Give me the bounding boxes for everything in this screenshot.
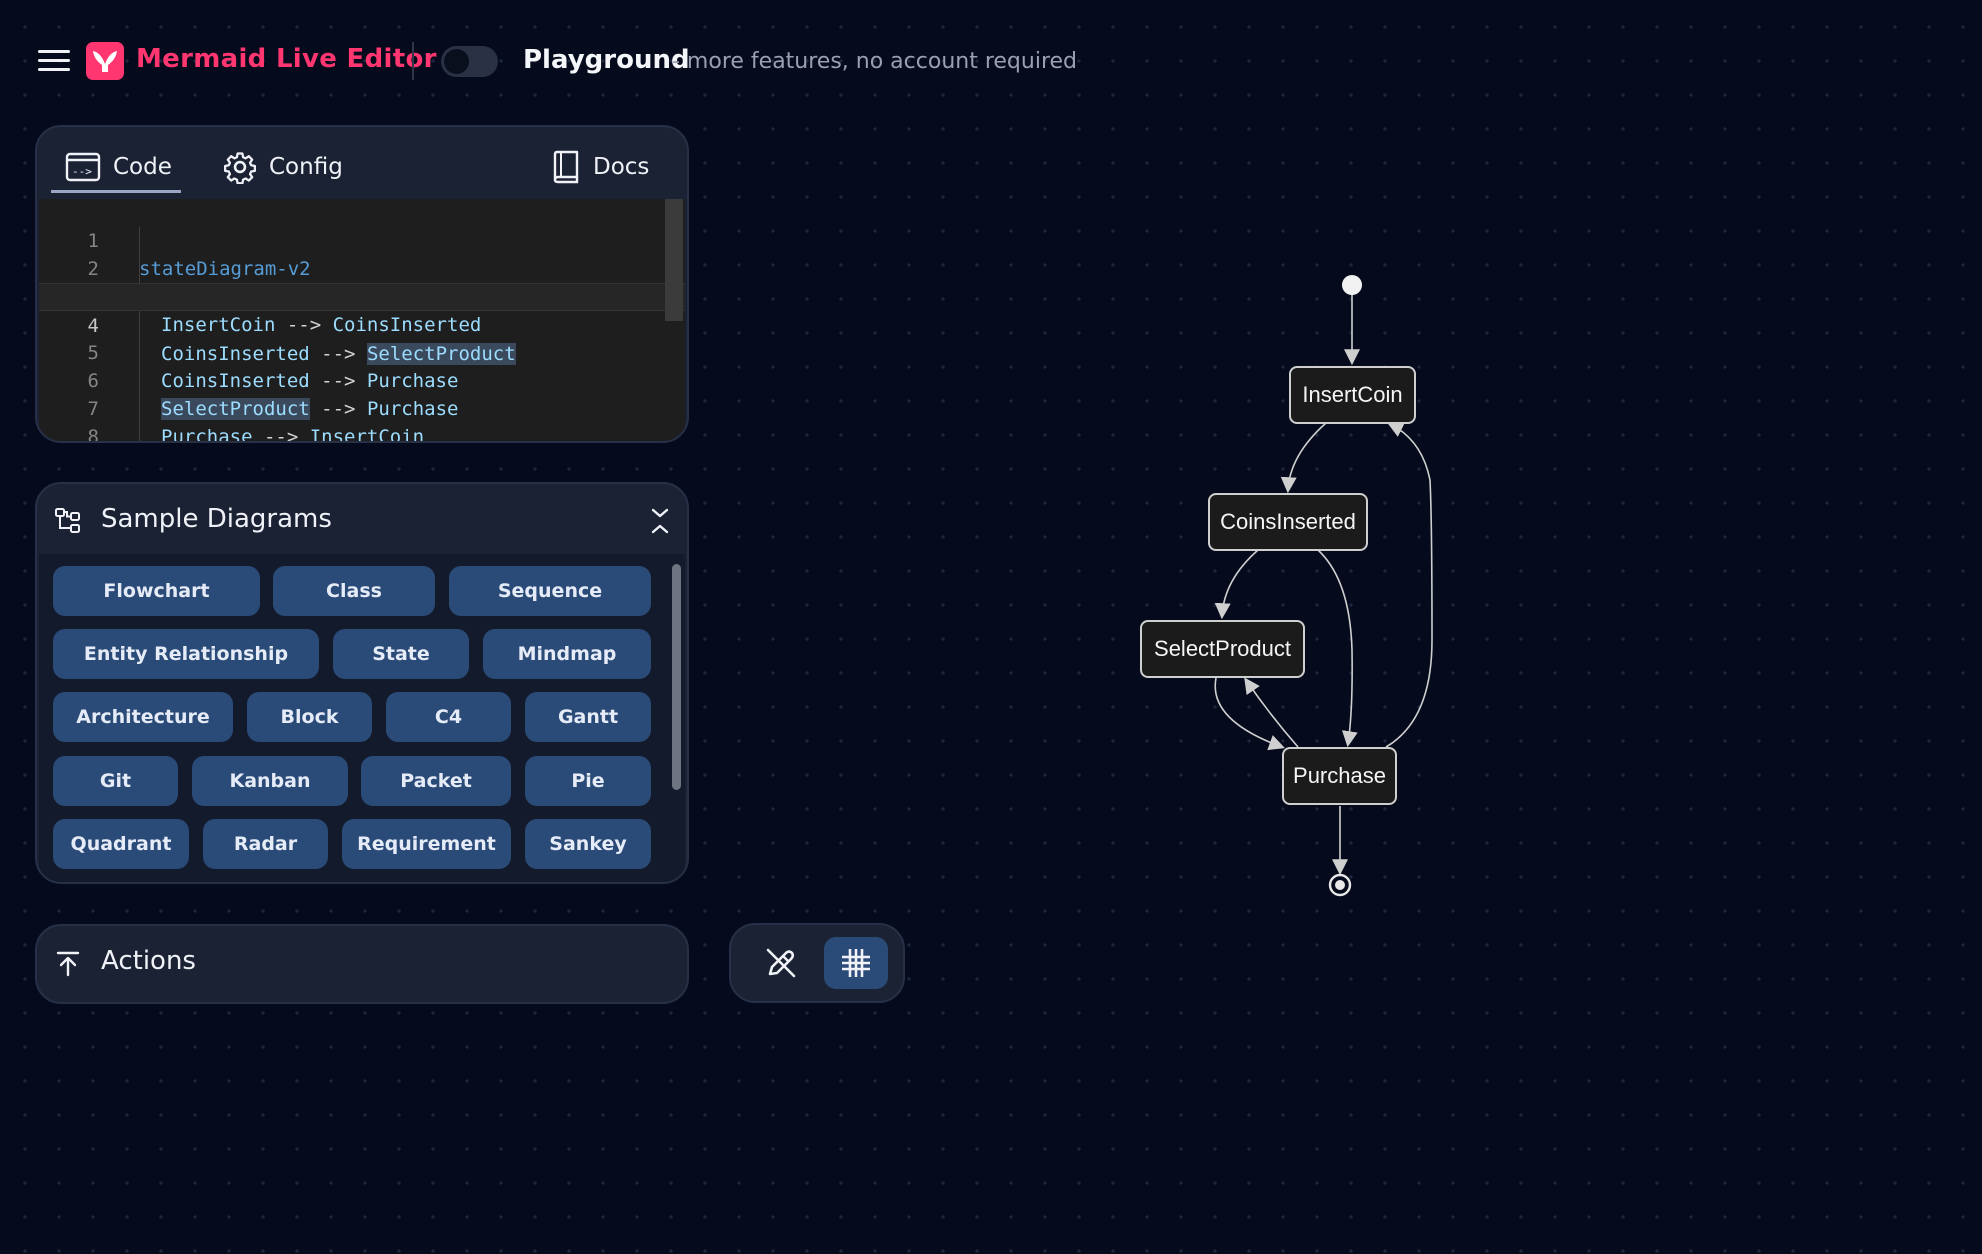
- code-line[interactable]: 6 SelectProduct --> Purchase: [39, 339, 685, 420]
- tab-docs-label: Docs: [593, 154, 650, 180]
- code-editor[interactable]: 1 stateDiagram-v2 2 [*] --> InsertCoin 3…: [39, 199, 685, 441]
- sample-sankey-button[interactable]: Sankey: [525, 819, 651, 869]
- samples-scrollbar[interactable]: [672, 564, 681, 790]
- hamburger-menu-icon[interactable]: [38, 50, 70, 74]
- mermaid-logo-icon[interactable]: [86, 42, 124, 80]
- code-line[interactable]: 9 Purchase --> [*]: [39, 423, 685, 441]
- tab-config[interactable]: Config: [223, 145, 343, 189]
- grid-toggle-button[interactable]: [824, 937, 888, 989]
- playground-label[interactable]: Playground: [523, 45, 690, 75]
- code-line[interactable]: 8 Purchase --> SelectProduct: [39, 395, 685, 441]
- sample-entity-relationship-button[interactable]: Entity Relationship: [53, 629, 319, 679]
- sample-architecture-button[interactable]: Architecture: [53, 692, 233, 742]
- canvas-toolbar: [729, 923, 905, 1003]
- code-terminal-icon: -->: [65, 152, 101, 182]
- code-line-active[interactable]: 4 CoinsInserted --> SelectProduct: [39, 283, 685, 365]
- diagram-nodes-icon: [55, 508, 80, 533]
- code-line[interactable]: 1 stateDiagram-v2: [39, 199, 685, 280]
- sample-radar-button[interactable]: Radar: [203, 819, 328, 869]
- gear-icon: [223, 152, 257, 184]
- state-node-selectproduct[interactable]: SelectProduct: [1140, 620, 1305, 678]
- end-state-inner: [1335, 880, 1345, 890]
- sample-requirement-button[interactable]: Requirement: [342, 819, 511, 869]
- tab-config-label: Config: [269, 154, 343, 180]
- svg-text:-->: -->: [72, 165, 92, 178]
- editor-tabs: --> Code Config Docs: [37, 127, 687, 199]
- sample-mindmap-button[interactable]: Mindmap: [483, 629, 651, 679]
- playground-subtitle: - more features, no account required: [672, 49, 1078, 74]
- sample-git-button[interactable]: Git: [53, 756, 178, 806]
- sample-c4-button[interactable]: C4: [386, 692, 511, 742]
- pencil-off-icon: [766, 948, 796, 978]
- app-title[interactable]: Mermaid Live Editor: [136, 44, 437, 74]
- pan-zoom-toggle-button[interactable]: [749, 937, 813, 989]
- diagram-edges: [1214, 275, 1433, 897]
- sample-class-button[interactable]: Class: [273, 566, 435, 616]
- editor-scrollbar[interactable]: [665, 199, 683, 321]
- sample-pie-button[interactable]: Pie: [525, 756, 651, 806]
- sample-state-button[interactable]: State: [333, 629, 469, 679]
- sample-buttons-grid: Flowchart Class Sequence Entity Relation…: [39, 554, 685, 882]
- sample-block-button[interactable]: Block: [247, 692, 372, 742]
- sample-diagrams-panel: Sample Diagrams Flowchart Class Sequence…: [35, 482, 689, 884]
- chevrons-collapse-icon[interactable]: [649, 506, 671, 536]
- code-line[interactable]: 3 InsertCoin --> CoinsInserted: [39, 255, 685, 336]
- sample-sequence-button[interactable]: Sequence: [449, 566, 651, 616]
- editor-panel: --> Code Config Docs 1 stateDiagram-v2 2…: [35, 125, 689, 443]
- toggle-knob: [444, 49, 469, 74]
- tab-code[interactable]: --> Code: [65, 145, 172, 189]
- sample-flowchart-button[interactable]: Flowchart: [53, 566, 260, 616]
- tab-docs[interactable]: Docs: [551, 145, 649, 189]
- state-node-insertcoin[interactable]: InsertCoin: [1289, 366, 1416, 424]
- state-node-purchase[interactable]: Purchase: [1282, 747, 1397, 805]
- grid-icon: [842, 949, 870, 977]
- header-bar: Mermaid Live Editor Playground - more fe…: [0, 0, 1568, 125]
- theme-toggle[interactable]: [441, 46, 498, 77]
- code-line[interactable]: 5 CoinsInserted --> Purchase: [39, 311, 685, 392]
- active-tab-indicator: [51, 190, 181, 193]
- actions-panel[interactable]: Actions: [35, 924, 689, 1004]
- tab-code-label: Code: [113, 154, 172, 180]
- state-diagram-canvas[interactable]: InsertCoin CoinsInserted SelectProduct P…: [1100, 250, 1520, 930]
- actions-title: Actions: [101, 946, 196, 976]
- state-node-coinsinserted[interactable]: CoinsInserted: [1208, 493, 1368, 551]
- sample-diagrams-title: Sample Diagrams: [101, 504, 332, 534]
- code-line[interactable]: 7 Purchase --> InsertCoin: [39, 367, 685, 441]
- book-icon: [553, 150, 579, 184]
- sample-kanban-button[interactable]: Kanban: [192, 756, 348, 806]
- sample-quadrant-button[interactable]: Quadrant: [53, 819, 189, 869]
- code-line[interactable]: 2 [*] --> InsertCoin: [39, 227, 685, 308]
- start-state-node[interactable]: [1342, 275, 1362, 295]
- sample-packet-button[interactable]: Packet: [361, 756, 511, 806]
- header-divider: [412, 42, 414, 80]
- sample-gantt-button[interactable]: Gantt: [525, 692, 651, 742]
- upload-arrow-icon: [56, 951, 80, 977]
